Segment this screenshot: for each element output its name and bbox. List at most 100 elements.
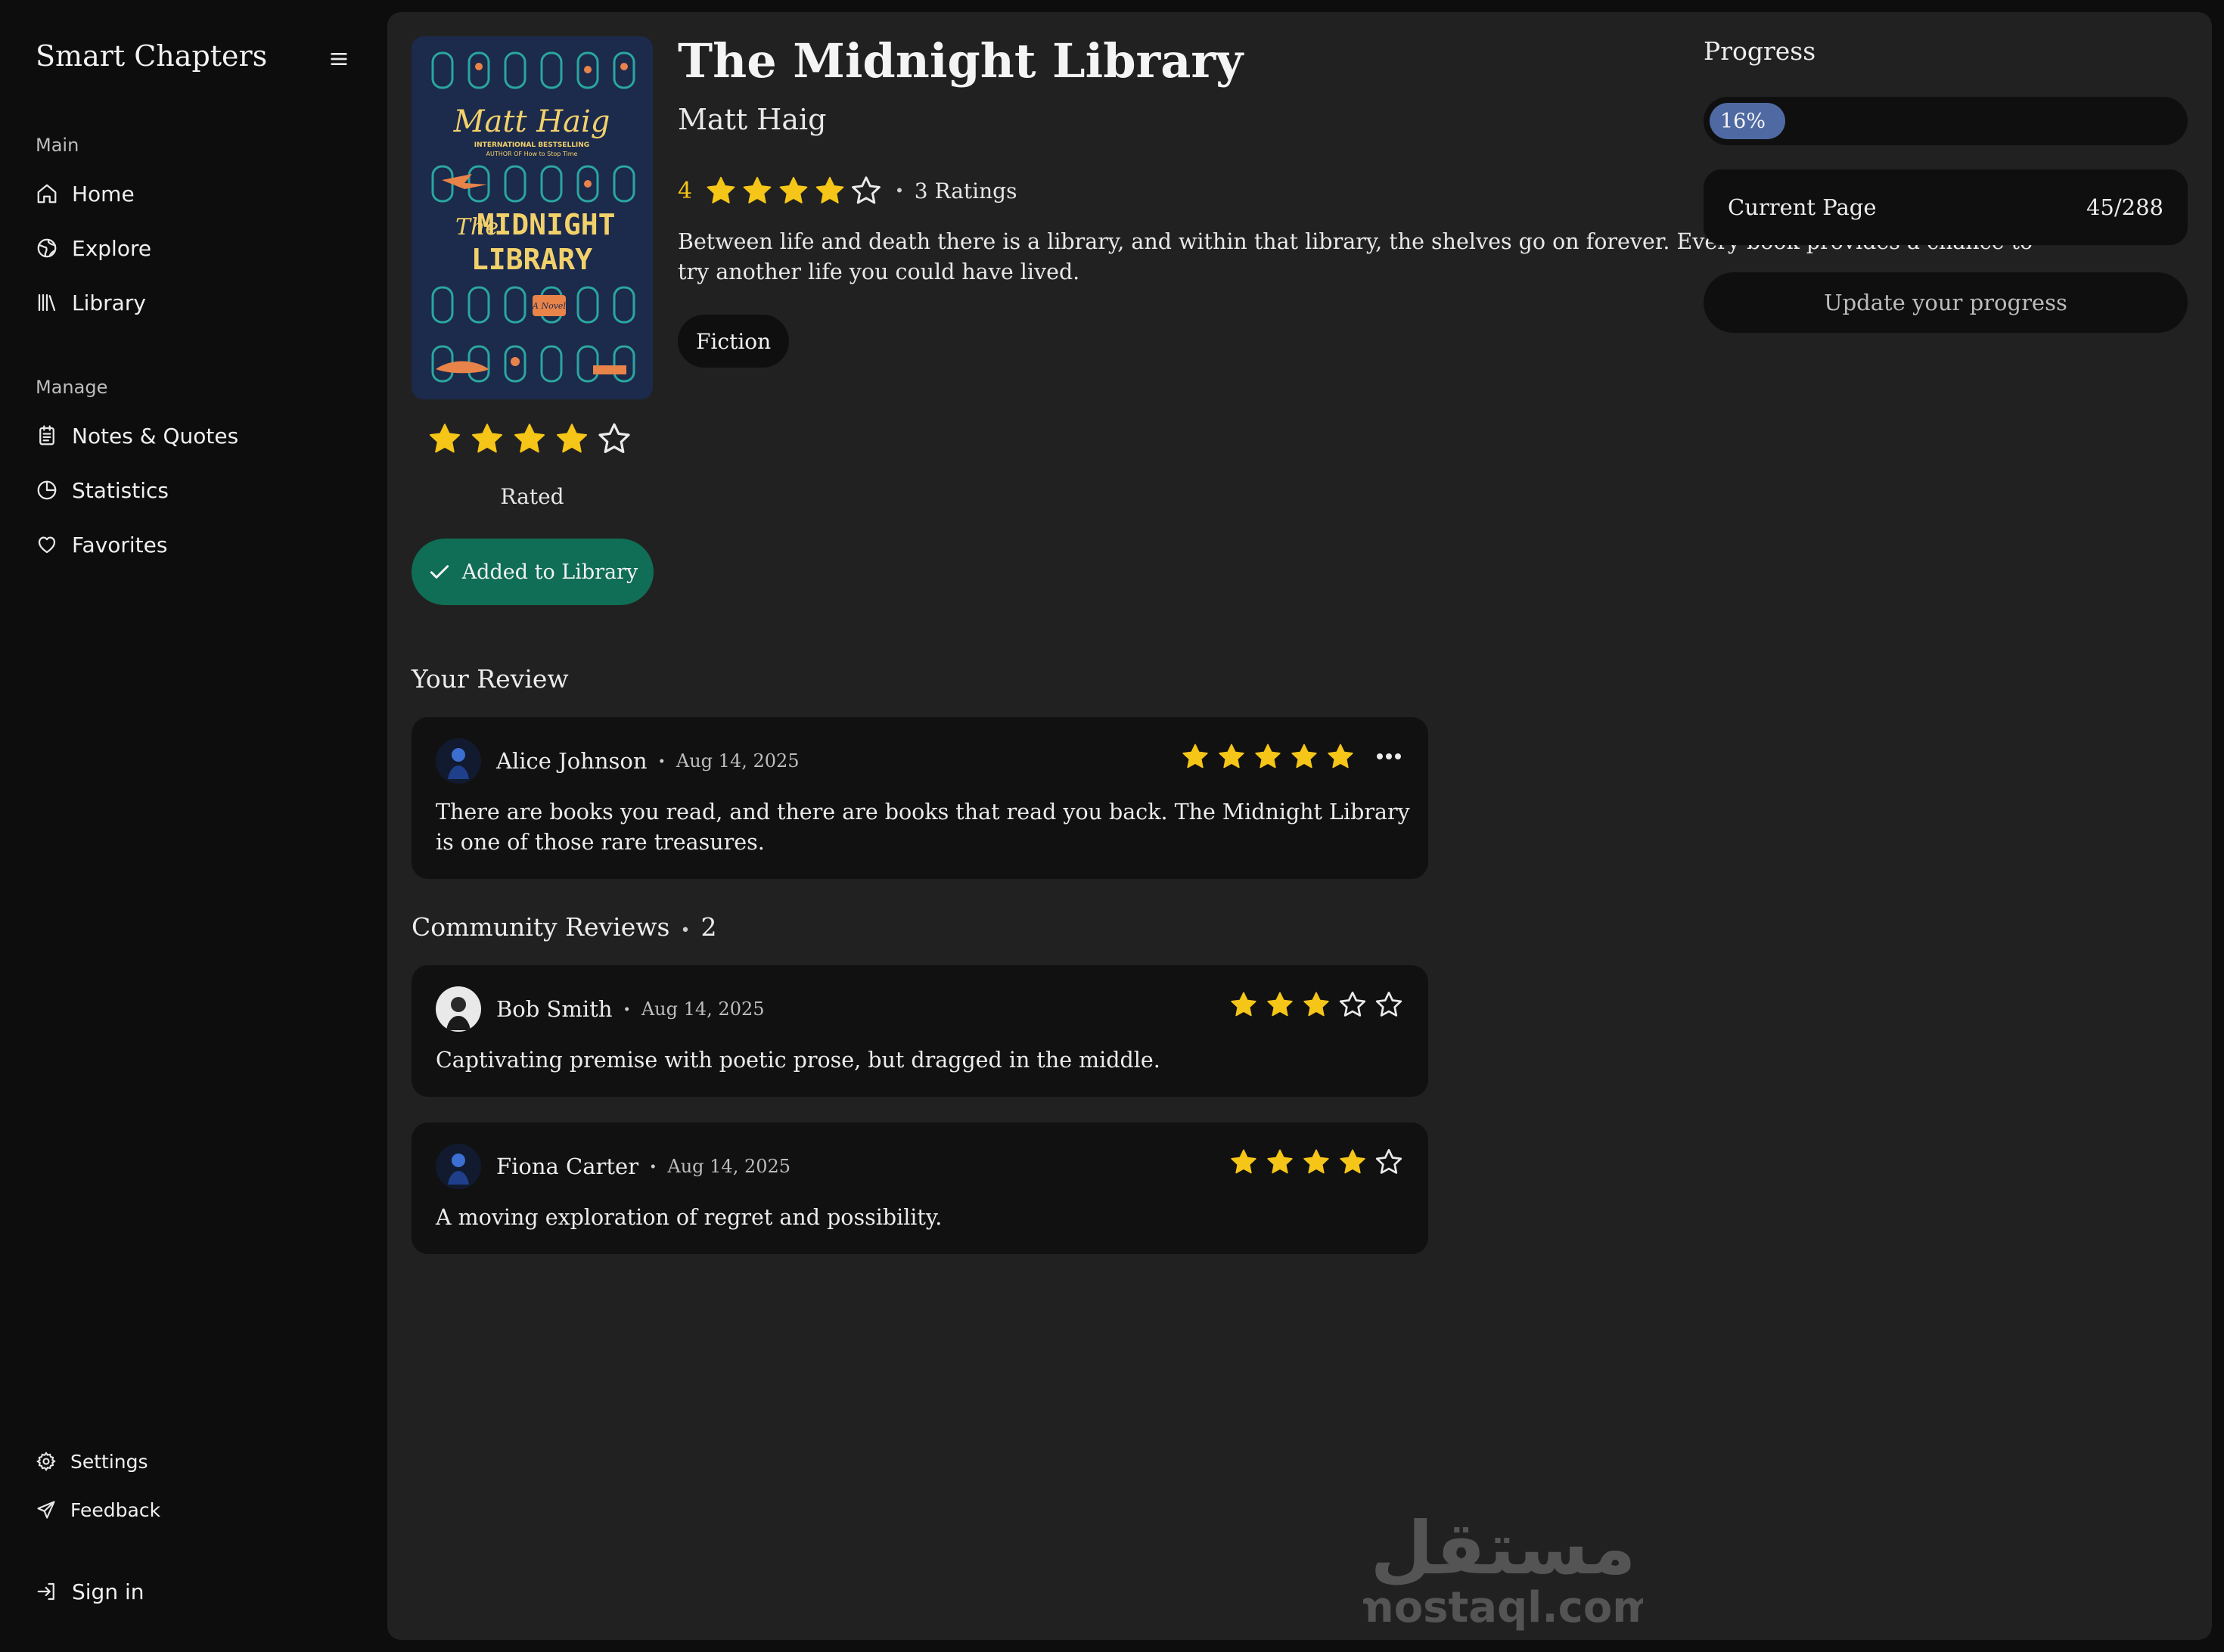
nav-item-label: Home: [72, 181, 135, 206]
avatar[interactable]: [436, 1144, 481, 1189]
nav-item-notes-quotes[interactable]: Notes & Quotes: [36, 419, 238, 452]
star-filled-icon[interactable]: [511, 421, 548, 457]
star-filled-icon[interactable]: [554, 421, 590, 457]
library-icon: [38, 293, 56, 312]
ratings-count[interactable]: 3 Ratings: [915, 179, 1017, 203]
star-empty-icon: [852, 176, 881, 204]
star-filled-icon: [1303, 992, 1329, 1017]
book-cover-art: Matt Haig INTERNATIONAL BESTSELLING AUTH…: [412, 36, 653, 399]
separator-dot: •: [659, 753, 664, 769]
section-label-manage: Manage: [36, 377, 108, 398]
star-empty-icon[interactable]: [596, 421, 632, 457]
star-filled-icon: [1219, 744, 1244, 769]
nav-item-label: Explore: [72, 235, 152, 261]
cover-title-1: MIDNIGHT: [477, 208, 615, 241]
book-author[interactable]: Matt Haig: [678, 103, 826, 136]
reviewer-name[interactable]: Bob Smith: [496, 996, 613, 1022]
star-filled-icon: [743, 176, 772, 203]
nav-item-favorites[interactable]: Favorites: [36, 528, 167, 561]
current-page-value: 45/288: [2086, 194, 2163, 220]
cover-tagline-2: AUTHOR OF How to Stop Time: [486, 151, 578, 157]
genre-tag[interactable]: Fiction: [678, 315, 790, 368]
update-progress-button[interactable]: Update your progress: [1704, 272, 2188, 333]
sign-in-icon: [37, 1582, 54, 1601]
check-icon: [430, 565, 449, 579]
nav-item-explore[interactable]: Explore: [36, 231, 151, 265]
cover-tagline-1: INTERNATIONAL BESTSELLING: [474, 141, 589, 149]
separator-dot: •: [896, 181, 902, 200]
nav-item-label: Library: [72, 290, 146, 315]
review-header: Alice Johnson • Aug 14, 2025: [436, 738, 800, 784]
current-page-card: Current Page 45/288: [1704, 169, 2188, 245]
separator-dot: •: [651, 1158, 656, 1174]
progress-bar: 16%: [1704, 97, 2188, 145]
added-to-library-button[interactable]: Added to Library: [412, 539, 654, 605]
review-date: Aug 14, 2025: [641, 998, 765, 1020]
review-header: Fiona Carter • Aug 14, 2025: [436, 1144, 791, 1189]
brand-title: Smart Chapters: [36, 39, 268, 73]
nav-item-feedback[interactable]: Feedback: [36, 1493, 160, 1526]
nav-item-label: Favorites: [72, 532, 168, 557]
your-review-card: Alice Johnson • Aug 14, 2025 There are b…: [412, 717, 1428, 879]
review-stars: [1228, 989, 1404, 1020]
section-label-main: Main: [36, 135, 79, 156]
more-options-icon[interactable]: [1374, 747, 1404, 765]
star-filled-icon[interactable]: [469, 421, 505, 457]
star-empty-icon: [1375, 992, 1402, 1017]
review-stars: [1180, 741, 1356, 772]
review-text: A moving exploration of regret and possi…: [436, 1205, 943, 1230]
star-filled-icon: [1231, 1149, 1256, 1174]
globe-icon: [37, 238, 57, 258]
cover-author: Matt Haig: [453, 104, 610, 139]
star-filled-icon: [1328, 744, 1353, 769]
book-cover-image: Matt Haig INTERNATIONAL BESTSELLING AUTH…: [412, 36, 653, 399]
star-filled-icon: [1291, 744, 1317, 769]
reviewer-name[interactable]: Fiona Carter: [496, 1154, 638, 1179]
reviewer-name[interactable]: Alice Johnson: [496, 748, 648, 774]
avatar-image: [436, 738, 481, 784]
gear-icon: [36, 1452, 56, 1471]
current-page-label: Current Page: [1728, 194, 1877, 220]
community-reviews-count: 2: [700, 912, 717, 942]
user-rating-stars[interactable]: [427, 421, 632, 457]
avatar-image: [436, 1144, 481, 1189]
community-review-card: Bob Smith • Aug 14, 2025 Captivating pre…: [412, 965, 1428, 1097]
star-filled-icon: [1255, 744, 1281, 769]
heart-icon: [38, 536, 56, 554]
send-icon: [37, 1501, 55, 1519]
community-review-card: Fiona Carter • Aug 14, 2025 A moving exp…: [412, 1123, 1428, 1254]
nav-item-home[interactable]: Home: [36, 177, 135, 210]
nav-item-label: Statistics: [72, 477, 169, 503]
sidebar: Smart Chapters Main Home Explore Library…: [0, 0, 387, 1652]
separator-dot: •: [624, 1001, 629, 1017]
notes-icon: [39, 425, 54, 446]
star-filled-icon: [779, 176, 808, 203]
hamburger-menu-icon[interactable]: [327, 47, 351, 71]
nav-item-label: Sign in: [72, 1579, 144, 1604]
your-review-title: Your Review: [412, 664, 569, 694]
sign-in-link[interactable]: Sign in: [36, 1575, 144, 1608]
separator-dot: •: [680, 921, 691, 940]
watermark-latin: mostaql.com: [1363, 1583, 1643, 1631]
star-filled-icon: [1267, 992, 1293, 1017]
avatar[interactable]: [436, 986, 481, 1032]
avatar[interactable]: [436, 738, 481, 784]
nav-item-settings[interactable]: Settings: [36, 1445, 148, 1478]
star-filled-icon: [1182, 744, 1208, 769]
nav-item-label: Settings: [70, 1450, 148, 1473]
star-filled-icon[interactable]: [427, 421, 463, 457]
average-rating: 4 • 3 Ratings: [678, 169, 1017, 212]
star-empty-icon: [1375, 1149, 1402, 1174]
watermark-arabic: مستقل: [1370, 1506, 1635, 1591]
cover-title-2: LIBRARY: [471, 243, 592, 276]
book-detail-panel: Matt Haig INTERNATIONAL BESTSELLING AUTH…: [387, 12, 2212, 1640]
nav-item-statistics[interactable]: Statistics: [36, 474, 169, 507]
rated-label: Rated: [500, 484, 564, 509]
star-filled-icon: [1303, 1149, 1329, 1174]
cover-badge: A Novel: [532, 301, 566, 311]
nav-item-label: Notes & Quotes: [72, 423, 239, 449]
book-title: The Midnight Library: [678, 33, 1244, 88]
progress-bar-fill: 16%: [1710, 103, 1785, 139]
mostaql-watermark-logo: مستقل mostaql.com: [1363, 1506, 1643, 1631]
nav-item-library[interactable]: Library: [36, 286, 146, 319]
